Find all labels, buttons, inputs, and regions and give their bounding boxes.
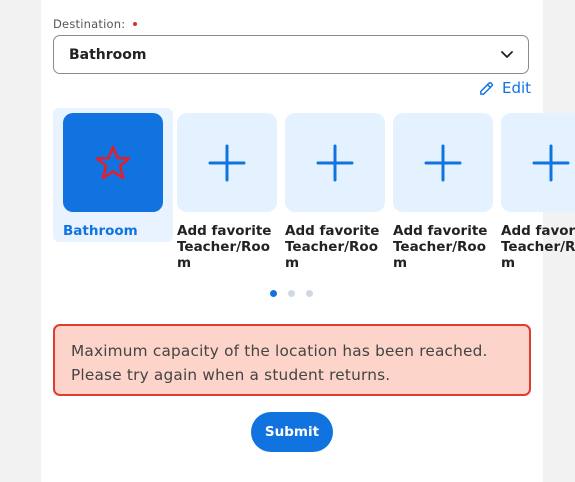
favorite-tile <box>285 113 385 212</box>
capacity-error-alert: Maximum capacity of the location has bee… <box>53 324 531 396</box>
favorite-label: Add favorite Teacher/Room <box>285 223 380 271</box>
alert-message: Maximum capacity of the location has bee… <box>71 342 488 384</box>
required-indicator <box>133 22 137 26</box>
carousel-pagination <box>270 290 324 297</box>
favorite-label: Add favorite Teacher/Room <box>177 223 272 271</box>
edit-label: Edit <box>502 79 532 97</box>
pagination-dot-2[interactable] <box>288 290 295 297</box>
favorite-tile <box>177 113 277 212</box>
plus-icon <box>208 144 246 181</box>
favorite-tile <box>63 113 163 212</box>
edit-favorites-link[interactable]: Edit <box>478 78 531 98</box>
submit-button[interactable]: Submit <box>251 412 333 452</box>
favorite-tile <box>393 113 493 212</box>
favorite-tile <box>501 113 575 212</box>
favorite-label: Add favorite Teacher/Room <box>501 223 575 271</box>
favorites-carousel: Bathroom Add favorite Teacher/Room Add f… <box>53 108 575 278</box>
pencil-icon <box>480 81 494 95</box>
favorite-label: Bathroom <box>63 223 138 239</box>
chevron-down-icon <box>501 51 513 58</box>
pagination-dot-3[interactable] <box>306 290 313 297</box>
pagination-dot-1[interactable] <box>270 290 277 297</box>
destination-label: Destination: <box>53 17 126 31</box>
add-favorite-card[interactable]: Add favorite Teacher/Room <box>491 108 575 278</box>
plus-icon <box>532 144 570 181</box>
favorite-label: Add favorite Teacher/Room <box>393 223 488 271</box>
add-favorite-card[interactable]: Add favorite Teacher/Room <box>383 108 503 278</box>
favorite-card-bathroom[interactable]: Bathroom <box>53 108 173 242</box>
add-favorite-card[interactable]: Add favorite Teacher/Room <box>167 108 287 278</box>
plus-icon <box>424 144 462 181</box>
plus-icon <box>316 144 354 181</box>
add-favorite-card[interactable]: Add favorite Teacher/Room <box>275 108 395 278</box>
star-icon <box>95 145 131 179</box>
destination-select[interactable]: Bathroom <box>53 35 529 74</box>
destination-selected-value: Bathroom <box>69 47 147 63</box>
